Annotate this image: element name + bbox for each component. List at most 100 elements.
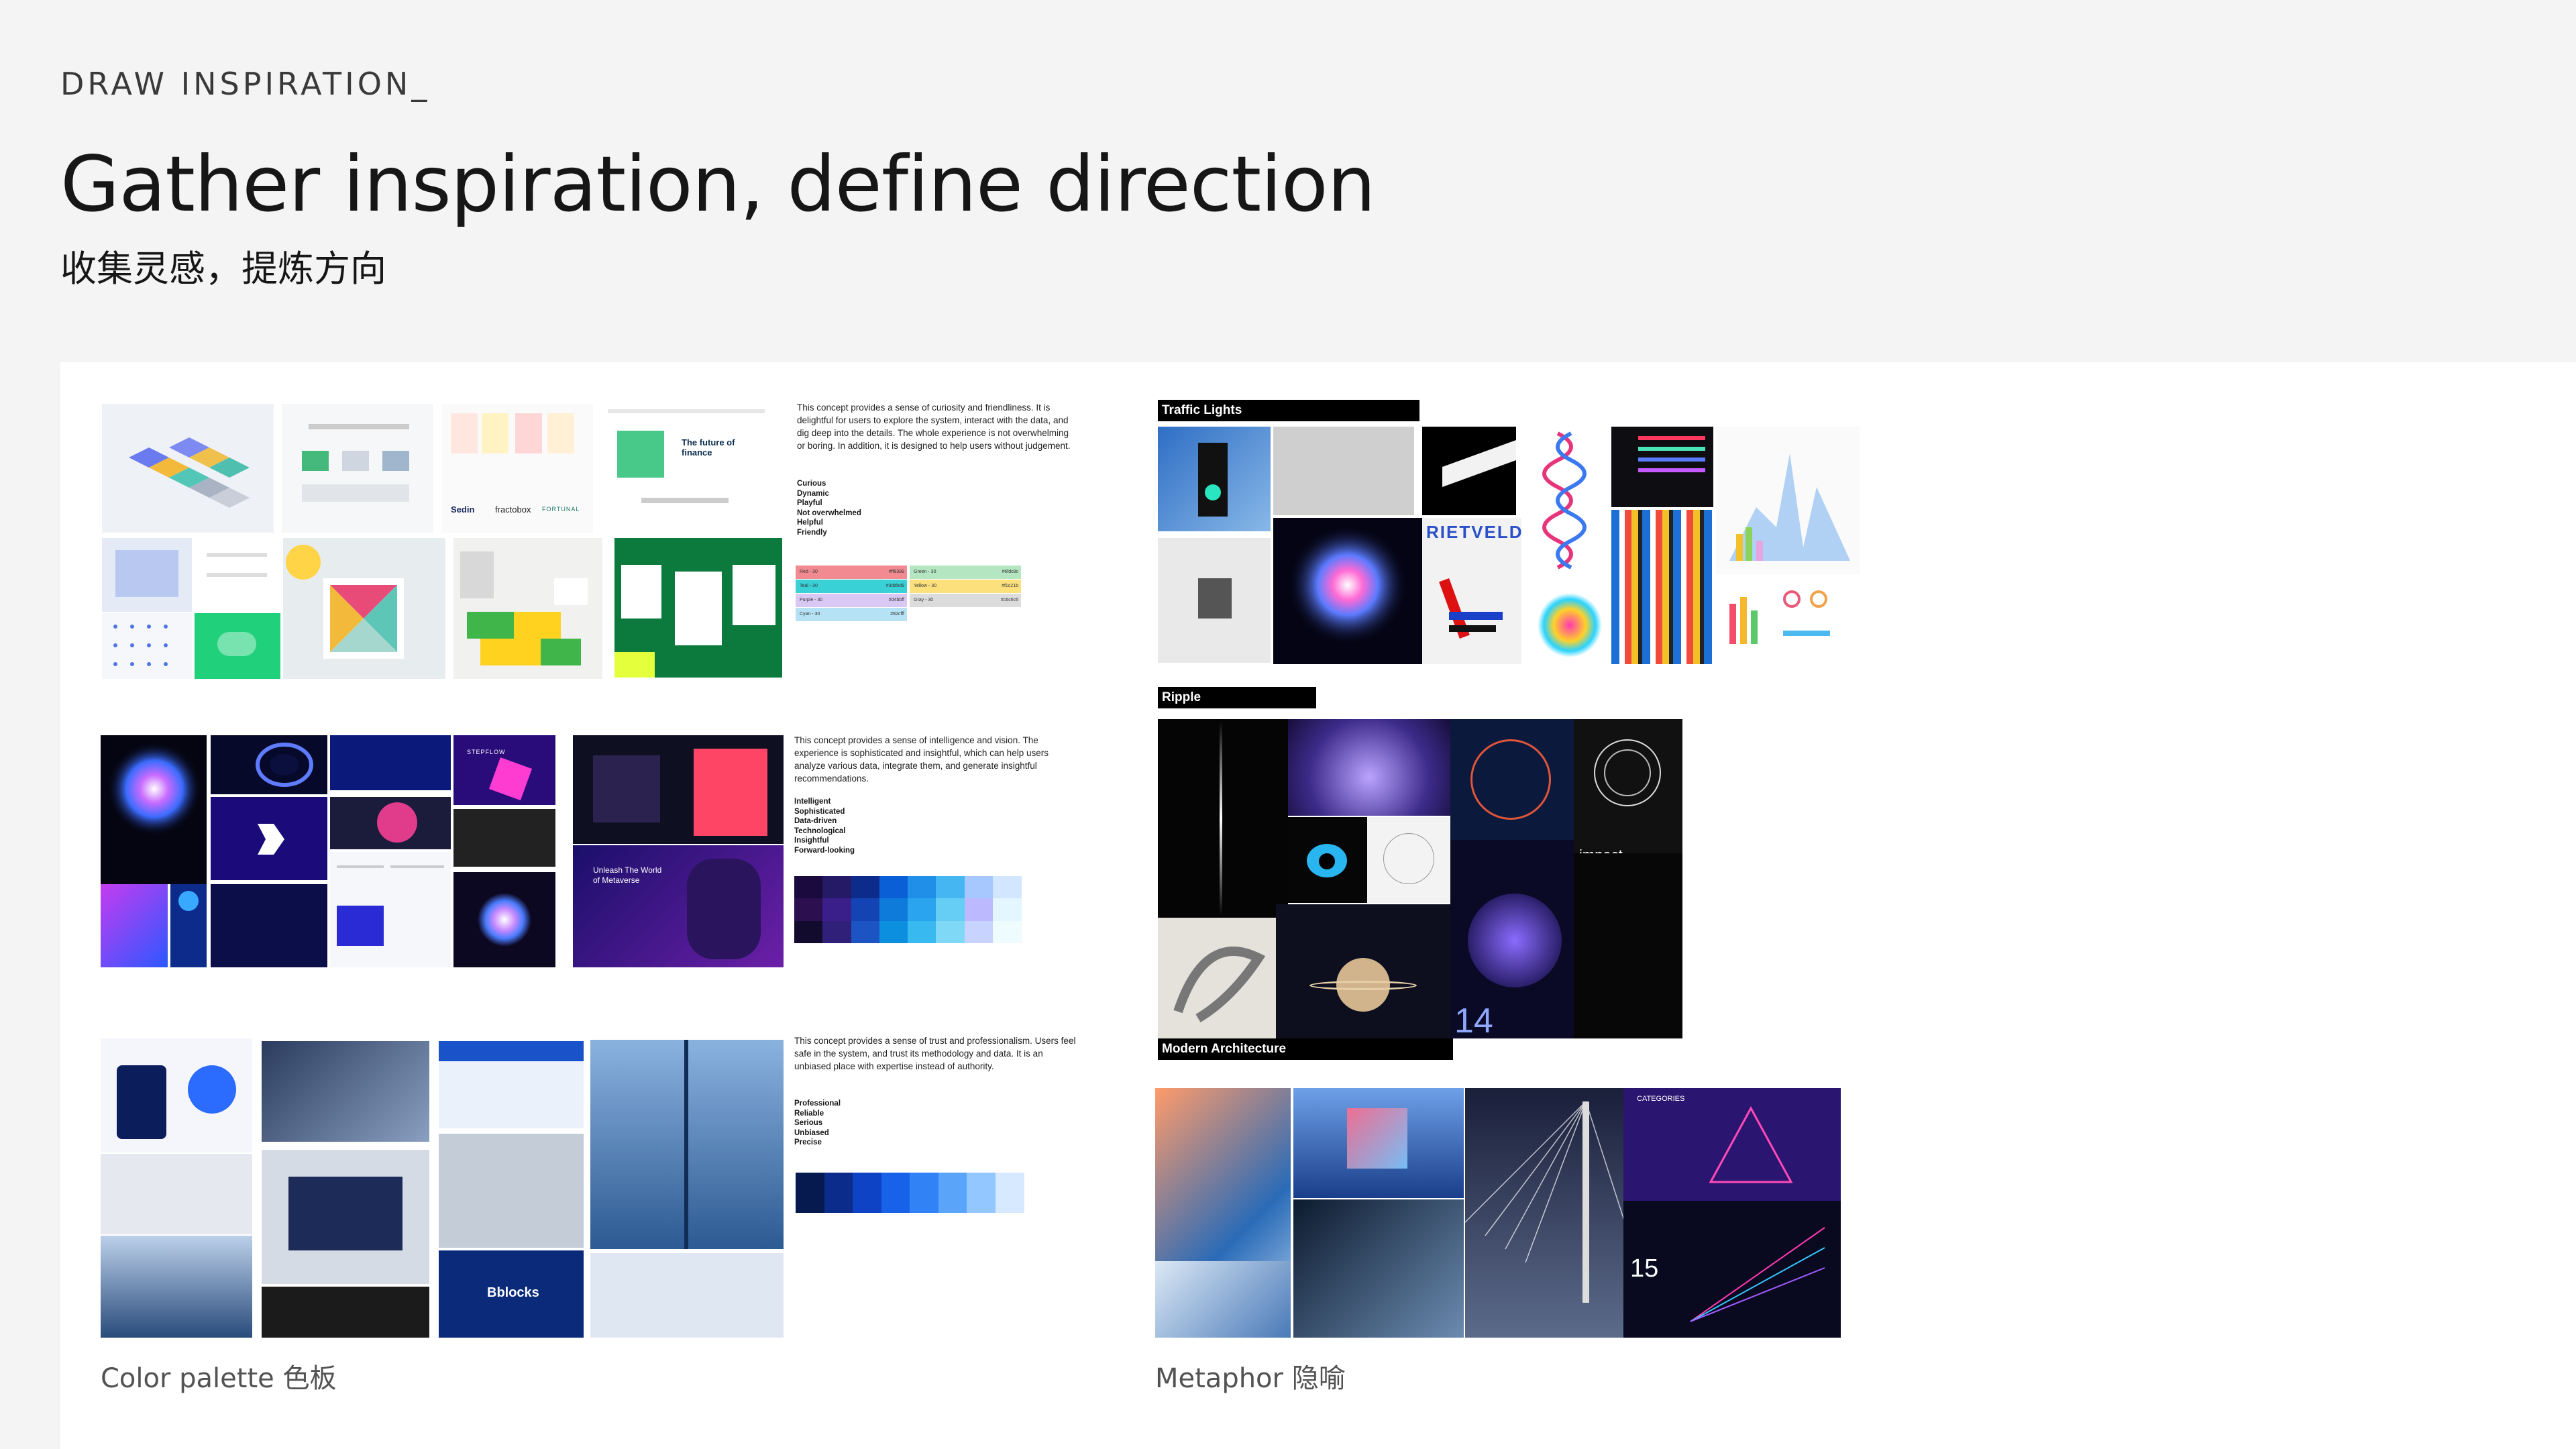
- dashboard-card-thumb: [102, 538, 192, 612]
- palette-swatch: Purple - 30 #d4bbff: [796, 594, 907, 607]
- concept-3-text: This concept provides a sense of trust a…: [794, 1036, 1076, 1071]
- palette-cell: [794, 898, 823, 922]
- rietveld-text: RIETVELD: [1426, 522, 1521, 542]
- sedin-logo-text: Sedin: [451, 504, 475, 515]
- wormhole-thumb: [211, 735, 327, 794]
- swatch-code: #6fdc8c: [1002, 570, 1018, 574]
- keyword: Dynamic: [797, 489, 829, 498]
- bblocks-logo-thumb: Bblocks: [439, 1250, 584, 1338]
- palette-cell: [992, 920, 1022, 944]
- palette-cell: [822, 920, 851, 944]
- glass-tower-thumb: [590, 1040, 784, 1249]
- concept-2-text: This concept provides a sense of intelli…: [794, 735, 1049, 784]
- palette-swatch: Green - 30 #6fdc8c: [910, 566, 1021, 579]
- lego-blocks-thumb: [453, 538, 602, 679]
- number-14-text: 14: [1454, 1002, 1493, 1038]
- swatch-label: Teal - 30: [800, 584, 818, 588]
- palette-cell: [938, 1173, 967, 1213]
- number-15-text: 15: [1630, 1254, 1659, 1283]
- keyword: Sophisticated: [794, 807, 845, 816]
- keyword: Forward-looking: [794, 846, 855, 855]
- particle-nebula-thumb: [1273, 518, 1422, 664]
- neon-lines-thumb: 15: [1623, 1201, 1841, 1338]
- eye-icon-thumb: [1288, 817, 1367, 903]
- caption-metaphor: Metaphor 隐喻: [1155, 1363, 1346, 1394]
- palette-cell: [853, 1173, 881, 1213]
- impact-rings-thumb: impact: [1574, 719, 1682, 853]
- keyword: Not overwhelmed: [797, 508, 861, 517]
- data-doc-thumb: [330, 852, 451, 967]
- logo-dark-thumb: [211, 797, 327, 880]
- blue-gradient-thumb: [101, 884, 168, 967]
- concept-1-text: This concept provides a sense of curiosi…: [797, 402, 1071, 451]
- impact-text: impact: [1579, 847, 1623, 853]
- dark-report-thumb: [262, 1287, 429, 1338]
- swatch-label: Yellow - 30: [914, 584, 936, 588]
- palette-cell: [964, 920, 994, 944]
- glow-orb-thumb: [453, 872, 555, 967]
- palette-cell: [908, 898, 936, 922]
- tangram-thumb: [283, 538, 445, 679]
- keyword: Serious: [794, 1119, 823, 1127]
- palette-cell: [822, 876, 851, 899]
- color-helix-thumb: [1531, 427, 1609, 584]
- keyword: Reliable: [794, 1109, 824, 1118]
- palette-intelligent: [794, 876, 1022, 944]
- palette-cell: [936, 920, 965, 944]
- light-streak-thumb: [1158, 719, 1288, 918]
- glass-cube-thumb: [1293, 1088, 1464, 1198]
- categories-text: CATEGORIES: [1637, 1095, 1685, 1103]
- palette-cell: [967, 1173, 996, 1213]
- green-badge-thumb: [195, 613, 280, 679]
- palette-cell: [936, 876, 965, 899]
- keyword: Playful: [797, 499, 822, 507]
- palette-swatch: Yellow - 30 #f1c21b: [910, 580, 1021, 593]
- swatch-label: Red - 30: [800, 570, 818, 574]
- ribbon-sculpture-thumb: [1158, 918, 1276, 1038]
- light-beam-thumb: [1422, 427, 1516, 515]
- radar-dial-thumb: [1450, 719, 1574, 840]
- keyword: Insightful: [794, 837, 829, 845]
- palette-cell: [851, 876, 880, 899]
- particle-burst-thumb: [101, 735, 207, 884]
- steplow-thumb: STEPFLOW: [453, 735, 555, 805]
- handshake-thumb: [262, 1041, 429, 1142]
- skyscraper-thumb: [101, 1236, 252, 1338]
- bar-chart-thumb: [1716, 427, 1860, 574]
- palette-cell: [908, 876, 936, 899]
- green-ui-cards-thumb: [614, 538, 782, 678]
- palette-cell: [879, 898, 908, 922]
- neon-circle-thumb: [330, 797, 451, 849]
- metaverse-thumb: Unleash The World of Metaverse: [573, 845, 784, 967]
- icon-grid-thumb: [102, 613, 192, 679]
- palette-professional: [796, 1173, 1024, 1213]
- categories-chart-thumb: CATEGORIES: [1623, 1088, 1841, 1201]
- concept-2-keywords: Intelligent Sophisticated Data-driven Te…: [794, 797, 855, 855]
- gallery-room-thumb: [1273, 427, 1414, 515]
- palette-cell: [964, 898, 994, 922]
- keyword: Intelligent: [794, 798, 831, 806]
- concept-1-keywords: Curious Dynamic Playful Not overwhelmed …: [797, 479, 861, 537]
- steplow-text: STEPFLOW: [467, 749, 506, 755]
- dark-grid-thumb: [453, 809, 555, 867]
- blue-hero-thumb: [330, 735, 451, 790]
- workflow-diagram-thumb: [282, 404, 433, 533]
- laptop-dashboard-thumb: [262, 1150, 429, 1284]
- logos-sheet-thumb: Sedin fractobox FORTUNAL: [441, 404, 593, 533]
- stats-card-thumb: [170, 884, 207, 967]
- swatch-label: Cyan - 30: [800, 612, 820, 616]
- palette-cell: [879, 920, 908, 944]
- sphere-sketch-thumb: [1367, 817, 1450, 903]
- palette-cell: [879, 876, 908, 899]
- palette-swatch: Cyan - 30 #82cfff: [796, 608, 907, 621]
- keyword: Data-driven: [794, 817, 837, 825]
- metaverse-text: Unleash The World of Metaverse: [593, 865, 662, 885]
- finance-heading-text: The future of finance: [682, 437, 735, 458]
- swatch-code: #ff8389: [888, 570, 904, 574]
- moodboard-panel: Sedin fractobox FORTUNAL The future of f…: [60, 362, 2576, 1449]
- traffic-light-photo-thumb: [1158, 427, 1271, 531]
- dark-tiles-thumb: [1574, 853, 1682, 1038]
- palette-swatch: Teal - 30 #3ddbd9: [796, 580, 907, 593]
- banking-app-thumb: [101, 1038, 252, 1152]
- saturn-thumb: [1276, 904, 1450, 1038]
